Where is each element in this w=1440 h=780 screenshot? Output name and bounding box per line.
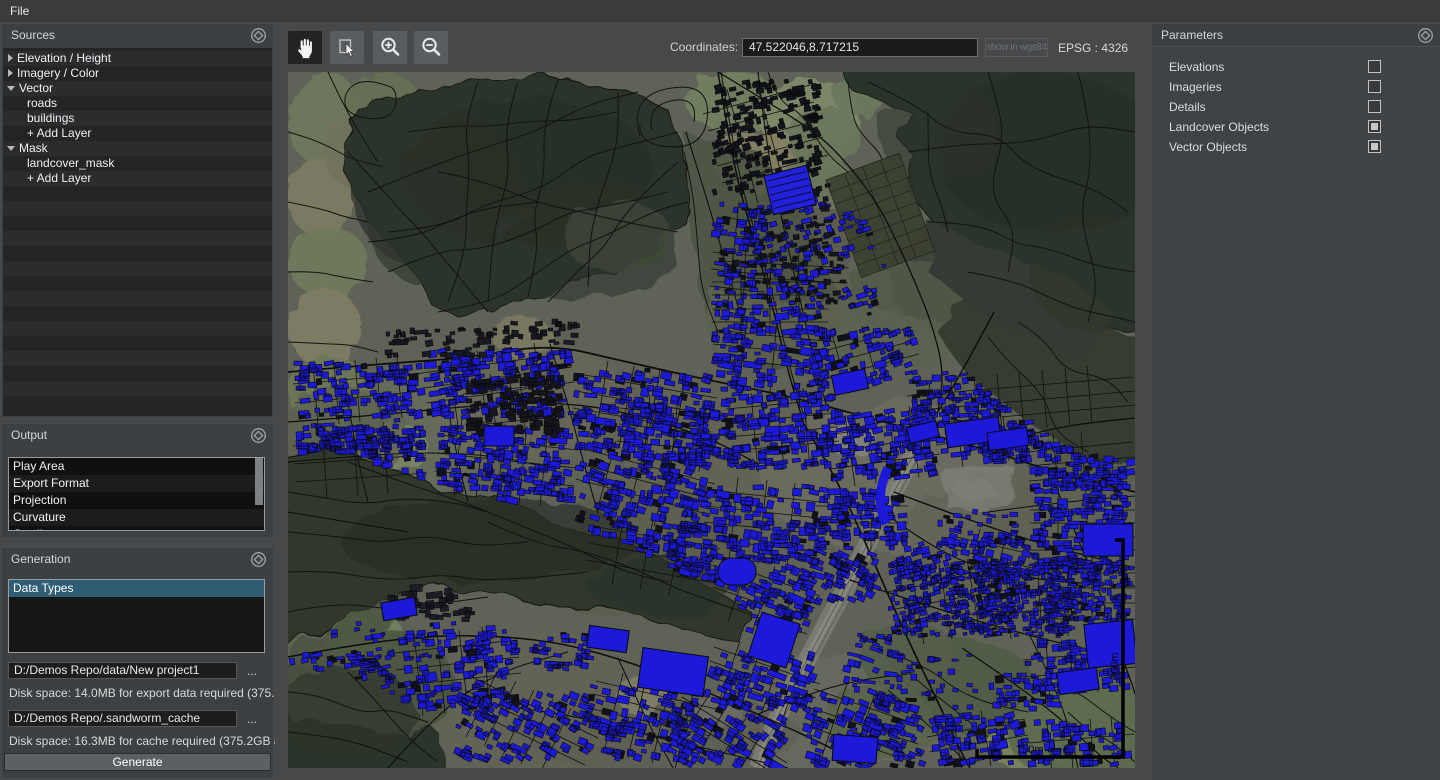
svg-text:750m: 750m (1016, 744, 1044, 756)
svg-text:760m: 760m (1109, 652, 1121, 680)
